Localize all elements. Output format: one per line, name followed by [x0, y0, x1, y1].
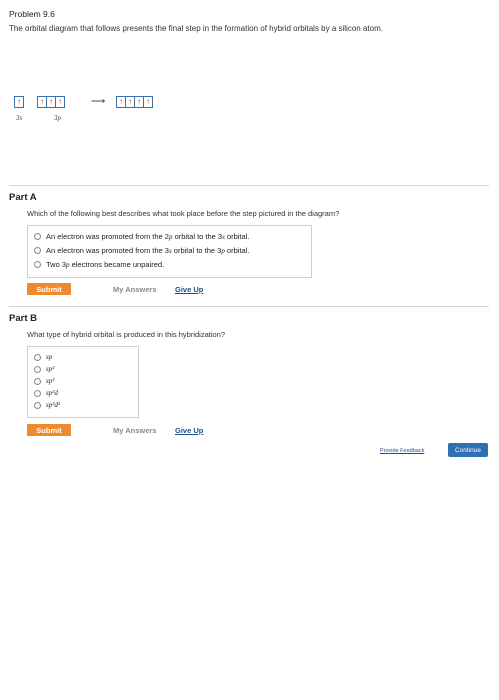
option-text: sp	[46, 353, 53, 361]
option-a2[interactable]: An electron was promoted from the 3s orb…	[34, 246, 249, 255]
my-answers-link[interactable]: My Answers	[113, 426, 157, 435]
option-text: sp³d²	[46, 401, 60, 409]
orbital-hybrid-box: ↑ ↑ ↑ ↑	[116, 96, 153, 108]
divider	[9, 185, 489, 186]
problem-intro: The orbital diagram that follows present…	[9, 24, 383, 33]
orbital-cell: ↑	[143, 96, 153, 108]
orbital-label-3p: 3p	[54, 114, 61, 122]
option-text: An electron was promoted from the 3s orb…	[46, 246, 250, 255]
orbital-3p-box: ↑ ↑ ↑	[37, 96, 65, 108]
option-a1[interactable]: An electron was promoted from the 2p orb…	[34, 232, 249, 241]
radio-button[interactable]	[34, 365, 41, 373]
give-up-link[interactable]: Give Up	[175, 285, 203, 294]
part-b-question: What type of hybrid orbital is produced …	[27, 330, 226, 339]
option-text: sp³d	[46, 389, 58, 397]
option-b5[interactable]: sp³d²	[34, 401, 60, 409]
part-a-heading: Part A	[9, 192, 37, 203]
provide-feedback-link[interactable]: Provide Feedback	[380, 448, 424, 454]
option-text: An electron was promoted from the 2p orb…	[46, 232, 250, 241]
part-b-heading: Part B	[9, 313, 37, 324]
orbital-cell: ↑	[14, 96, 24, 108]
option-b4[interactable]: sp³d	[34, 389, 58, 397]
radio-button[interactable]	[34, 353, 41, 361]
radio-button[interactable]	[34, 247, 41, 254]
my-answers-link[interactable]: My Answers	[113, 285, 157, 294]
option-text: Two 3p electrons became unpaired.	[46, 260, 165, 269]
option-text: sp²	[46, 365, 55, 373]
arrow-right-icon: ⟶	[91, 96, 106, 107]
submit-button[interactable]: Submit	[27, 283, 71, 295]
divider	[9, 306, 489, 307]
orbital-cell: ↑	[55, 96, 65, 108]
give-up-link[interactable]: Give Up	[175, 426, 203, 435]
problem-title: Problem 9.6	[9, 9, 55, 19]
part-b-options: sp sp² sp³ sp³d sp³d²	[27, 346, 139, 418]
continue-button[interactable]: Continue	[448, 443, 488, 457]
option-a3[interactable]: Two 3p electrons became unpaired.	[34, 260, 164, 269]
radio-button[interactable]	[34, 377, 41, 385]
radio-button[interactable]	[34, 401, 41, 409]
orbital-3s-box: ↑	[14, 96, 24, 108]
radio-button[interactable]	[34, 261, 41, 268]
option-b1[interactable]: sp	[34, 353, 52, 361]
option-b2[interactable]: sp²	[34, 365, 54, 373]
radio-button[interactable]	[34, 389, 41, 397]
orbital-label-3s: 3s	[16, 114, 23, 122]
part-a-options: An electron was promoted from the 2p orb…	[27, 225, 312, 278]
part-a-question: Which of the following best describes wh…	[27, 209, 340, 218]
option-text: sp³	[46, 377, 55, 385]
option-b3[interactable]: sp³	[34, 377, 54, 385]
submit-button[interactable]: Submit	[27, 424, 71, 436]
radio-button[interactable]	[34, 233, 41, 240]
